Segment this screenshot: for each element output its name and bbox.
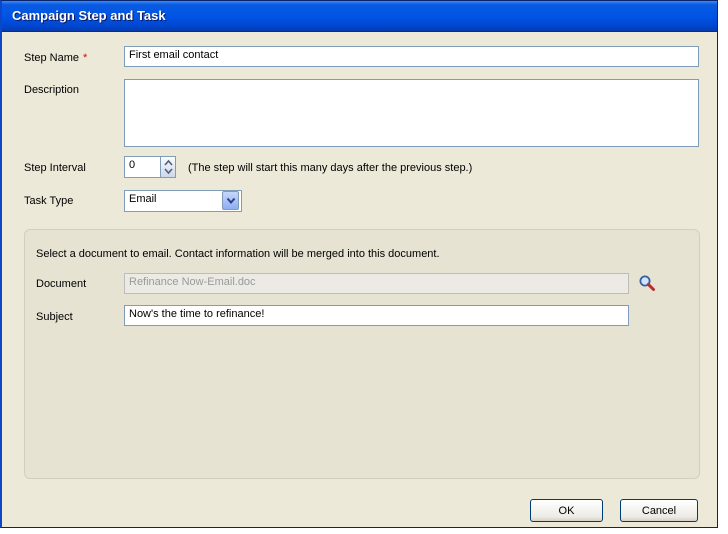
email-instructions: Select a document to email. Contact info… bbox=[36, 248, 440, 260]
task-type-value: Email bbox=[129, 193, 157, 205]
task-type-dropdown-button[interactable] bbox=[222, 191, 239, 210]
subject-input[interactable]: Now's the time to refinance! bbox=[124, 305, 629, 326]
step-interval-input[interactable]: 0 bbox=[124, 156, 162, 178]
chevron-down-icon bbox=[226, 197, 236, 205]
spinner-arrows-icon bbox=[164, 159, 173, 175]
step-interval-spinner[interactable] bbox=[160, 156, 176, 178]
subject-label: Subject bbox=[36, 311, 73, 323]
description-label: Description bbox=[24, 84, 80, 96]
task-type-label: Task Type bbox=[24, 195, 74, 207]
ok-button[interactable]: OK bbox=[530, 499, 603, 522]
email-settings-group bbox=[24, 229, 700, 479]
dialog-title: Campaign Step and Task bbox=[12, 8, 166, 23]
campaign-step-dialog: Campaign Step and Task Step Name * First … bbox=[0, 0, 718, 528]
step-name-input[interactable]: First email contact bbox=[124, 46, 699, 67]
document-field: Refinance Now-Email.doc bbox=[124, 273, 629, 294]
description-textarea[interactable] bbox=[124, 79, 699, 147]
magnifier-icon[interactable] bbox=[638, 274, 656, 292]
title-bar[interactable]: Campaign Step and Task bbox=[2, 1, 717, 32]
step-interval-hint: (The step will start this many days afte… bbox=[188, 162, 473, 174]
document-label: Document bbox=[36, 278, 87, 290]
step-interval-label: Step Interval bbox=[24, 162, 86, 174]
required-marker: * bbox=[83, 52, 88, 64]
step-name-label: Step Name * bbox=[24, 52, 88, 64]
cancel-button[interactable]: Cancel bbox=[620, 499, 698, 522]
